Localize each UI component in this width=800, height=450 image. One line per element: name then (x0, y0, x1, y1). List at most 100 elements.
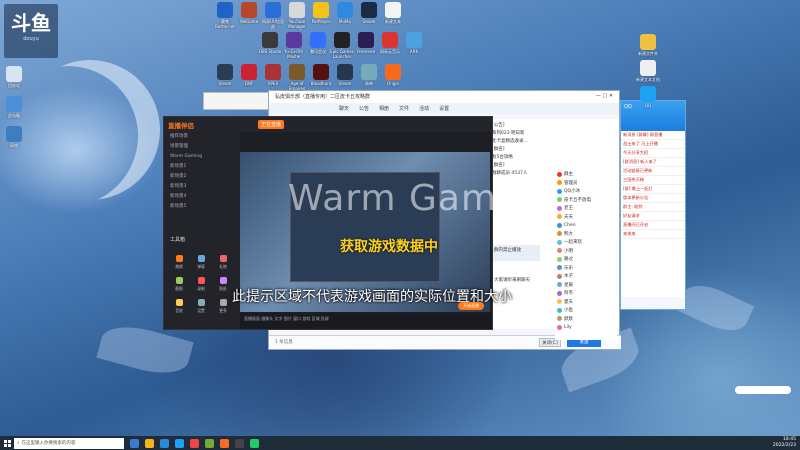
qq-conversation-item[interactable]: 活动链接已更新 (621, 167, 685, 176)
desktop-icon[interactable]: 网络 (2, 126, 26, 153)
desktop-icon[interactable]: Steam (333, 64, 357, 91)
taskbar-app-icon[interactable] (220, 438, 229, 448)
qq-conversation-item[interactable]: [群消息] 新人来了 (621, 158, 685, 167)
qq-conversation-item[interactable]: 版本更新公告 (621, 194, 685, 203)
desktop-icon[interactable]: 新建文本 (381, 2, 405, 29)
desktop-icon[interactable]: YouTube Manager (285, 2, 309, 29)
qq-conversation-item[interactable]: 直播间已开启 (621, 221, 685, 230)
chat-tab[interactable]: 活动 (419, 106, 429, 112)
desktop-icon[interactable]: ARK (402, 32, 426, 59)
scene-item[interactable]: 推荐场景 (164, 132, 240, 142)
background-window[interactable] (203, 92, 273, 110)
desktop-icon[interactable]: 网易UU加速器 (261, 2, 285, 29)
member-item[interactable]: 群主 (555, 170, 617, 179)
desktop-icon[interactable]: 此电脑 (2, 96, 26, 123)
member-item[interactable]: 阿杰 (555, 289, 617, 298)
tool-button[interactable]: 音效 (168, 296, 190, 318)
desktop-icon[interactable]: 网易云音乐 (378, 32, 402, 59)
qq-conversation-item[interactable]: 群主: 收到 (621, 203, 685, 212)
desktop-icon[interactable]: DNF (237, 64, 261, 91)
taskbar-app-icon[interactable] (205, 438, 214, 448)
scene-item[interactable]: 新场景4 (164, 192, 240, 202)
member-item[interactable]: 小鱼 (555, 306, 617, 315)
desktop-icon[interactable]: Premiere (354, 32, 378, 59)
member-item[interactable]: QQ小冰 (555, 187, 617, 196)
member-item[interactable]: 一起来玩 (555, 238, 617, 247)
member-item[interactable]: 熊大 (555, 230, 617, 239)
desktop-icon[interactable]: Bloodhunt (309, 64, 333, 91)
group-member-list[interactable]: 群主 管理员 QQ小冰 皮卡丘不放电 老王 天天 Chen 熊大 一起来玩 小明 路过 乐乐 木子 星辰阿… (555, 170, 617, 340)
taskbar-app-icon[interactable] (190, 438, 199, 448)
tool-button[interactable]: 贴纸 (212, 274, 234, 296)
member-item[interactable]: 木子 (555, 272, 617, 281)
window-controls[interactable]: — □ ✕ (596, 93, 613, 101)
tool-button[interactable]: 弹幕 (190, 252, 212, 274)
member-item[interactable]: Lily (555, 323, 617, 332)
scene-item[interactable]: 新场景5 (164, 202, 240, 212)
tool-button[interactable]: 礼物 (212, 252, 234, 274)
qq-conversation-item[interactable]: 来来来 (621, 230, 685, 239)
qq-main-window[interactable]: QQ 新消息 [群聊] 群直播 战士来了 马上开播 今天分享大招 [群消息] 新人来了… (620, 100, 686, 310)
desktop-icon[interactable]: 新建文件夹 (636, 34, 660, 61)
qq-conversation-item[interactable]: 今天分享大招 (621, 149, 685, 158)
ime-toolbar[interactable] (735, 386, 791, 394)
member-item[interactable]: 夏天 (555, 298, 617, 307)
desktop-icon[interactable]: 腾讯会议 (306, 32, 330, 59)
qq-footer[interactable] (621, 297, 685, 309)
taskbar-app-icon[interactable] (235, 438, 244, 448)
taskbar-app-icon[interactable] (250, 438, 259, 448)
scene-item[interactable]: 新场景3 (164, 182, 240, 192)
start-button[interactable] (0, 436, 14, 450)
member-item[interactable]: 默默 (555, 315, 617, 324)
chat-titlebar[interactable]: 弘皮俱乐部（直播专用）二区皮卡丘攻略群 — □ ✕ (269, 91, 619, 103)
qq-conversation-item[interactable]: 战士来了 马上开播 (621, 140, 685, 149)
desktop-icon[interactable]: MuMu (333, 2, 357, 29)
scene-item[interactable]: 新场景2 (164, 172, 240, 182)
member-item[interactable]: 星辰 (555, 281, 617, 290)
member-item[interactable]: 老王 (555, 204, 617, 213)
desktop-icon[interactable]: OBS Studio (258, 32, 282, 59)
member-item[interactable]: 乐乐 (555, 264, 617, 273)
member-item[interactable]: Chen (555, 221, 617, 230)
desktop-icon[interactable]: Steam (213, 64, 237, 91)
tool-button[interactable]: 更多 (212, 296, 234, 318)
taskbar-app-icon[interactable] (175, 438, 184, 448)
desktop-icon[interactable]: QQ (636, 86, 660, 113)
chat-tab[interactable]: 相册 (379, 106, 389, 112)
stream-tab[interactable]: 正在直播 (258, 120, 285, 129)
desktop-icon[interactable]: APEX (261, 64, 285, 91)
tool-button[interactable]: 美颜 (168, 252, 190, 274)
desktop-icon[interactable]: Age of Empires (285, 64, 309, 91)
chat-tab[interactable]: 聊天 (339, 106, 349, 112)
start-live-button[interactable]: 开始直播 (458, 302, 484, 310)
desktop-icon[interactable]: PotPlayer (309, 2, 333, 29)
chat-tab[interactable]: 公告 (359, 106, 369, 112)
desktop-icon[interactable]: Yu-Gi-Oh! Master Duel (282, 32, 306, 59)
member-item[interactable]: 天天 (555, 213, 617, 222)
tool-button[interactable]: 录制 (190, 274, 212, 296)
tool-button[interactable]: 截图 (168, 274, 190, 296)
desktop-icon[interactable]: Epic Games Launcher (330, 32, 354, 59)
qq-conversation-item[interactable]: 好友请求 (621, 212, 685, 221)
qq-conversation-item[interactable]: 新消息 [群聊] 群直播 (621, 131, 685, 140)
system-tray[interactable]: 18:45 2022/2/23 (773, 436, 796, 450)
chat-tab[interactable]: 设置 (439, 106, 449, 112)
desktop-icon[interactable]: 原神 (357, 64, 381, 91)
scene-item[interactable]: 新场景1 (164, 162, 240, 172)
member-item[interactable]: 管理员 (555, 179, 617, 188)
qq-conversation-item[interactable]: 三国杀天梯 (621, 176, 685, 185)
desktop-icon[interactable]: WeGame (237, 2, 261, 29)
tool-button[interactable]: 设置 (190, 296, 212, 318)
scene-item[interactable]: Warm Gaming (164, 152, 240, 162)
desktop-icon[interactable]: 魔兽 Battle.net (213, 2, 237, 29)
taskbar-app-icon[interactable] (130, 438, 139, 448)
desktop-icon[interactable]: 新建文本文档 (636, 60, 660, 87)
member-item[interactable]: 路过 (555, 255, 617, 264)
desktop-icon[interactable]: Steam (357, 2, 381, 29)
chat-tab[interactable]: 文件 (399, 106, 409, 112)
qq-conversation-list[interactable]: 新消息 [群聊] 群直播 战士来了 马上开播 今天分享大招 [群消息] 新人来了 活动链… (621, 131, 685, 239)
taskbar-app-icon[interactable] (145, 438, 154, 448)
desktop-icon[interactable]: Origin (381, 64, 405, 91)
member-item[interactable]: 皮卡丘不放电 (555, 196, 617, 205)
taskbar-search[interactable]: ⌕ 在这里输入你要搜索的内容 (14, 437, 124, 449)
